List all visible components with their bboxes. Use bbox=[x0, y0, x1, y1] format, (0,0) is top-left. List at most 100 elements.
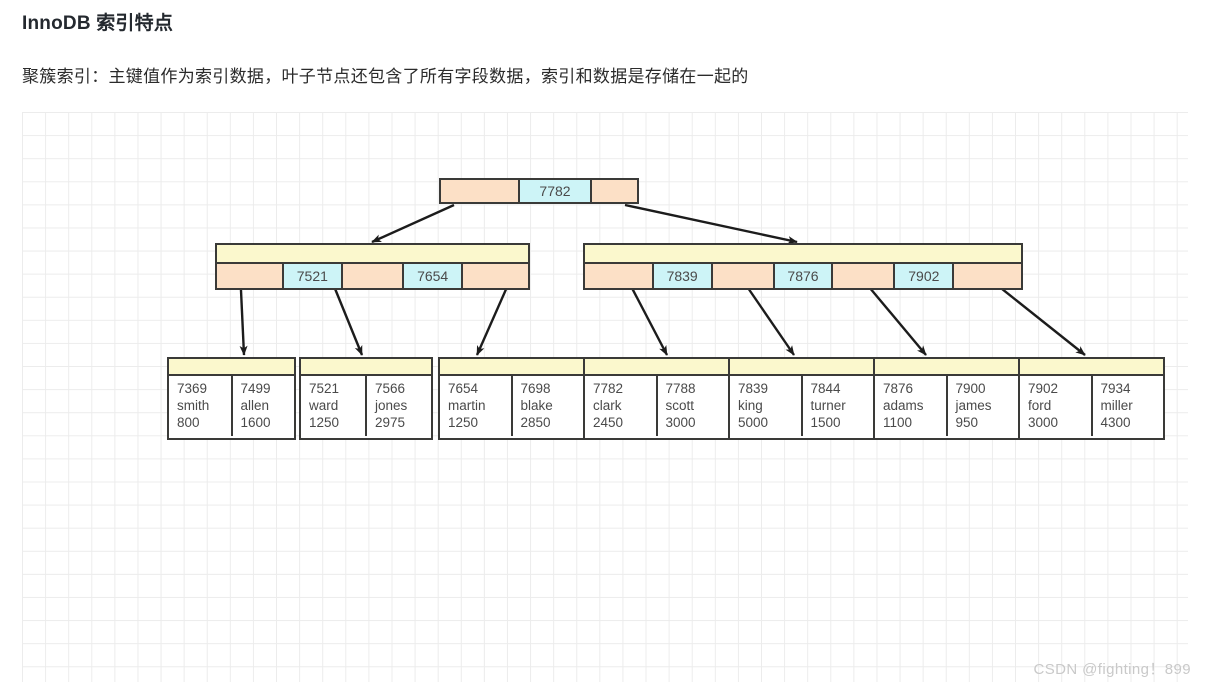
root-node-cells: 7782 bbox=[441, 180, 637, 202]
internal-node-right: 7839 7876 7902 bbox=[583, 243, 1023, 290]
leaf-record-cell[interactable]: 7654 martin 1250 bbox=[440, 376, 513, 436]
leaf-node-2-cells: 7521 ward 1250 7566 jones 2975 bbox=[301, 376, 431, 436]
record-id: 7698 bbox=[520, 381, 551, 396]
leaf-node-2: 7521 ward 1250 7566 jones 2975 bbox=[299, 357, 433, 440]
leaf-node-3-cells: 7654 martin 1250 7698 blake 2850 bbox=[440, 376, 583, 436]
record-salary: 2975 bbox=[375, 415, 406, 430]
record-id: 7876 bbox=[883, 381, 914, 396]
record-id: 7902 bbox=[1028, 381, 1059, 396]
record-salary: 800 bbox=[177, 415, 200, 430]
record-salary: 1250 bbox=[309, 415, 340, 430]
internal-right-pointer-cell-0[interactable] bbox=[585, 264, 654, 288]
record-salary: 3000 bbox=[1028, 415, 1059, 430]
leaf-record-cell[interactable]: 7521 ward 1250 bbox=[301, 376, 367, 436]
btree-diagram-canvas: 7782 7521 7654 7839 7876 7902 7369 smith… bbox=[22, 112, 1188, 682]
internal-left-key-cell-7521[interactable]: 7521 bbox=[284, 264, 343, 288]
record-name: turner bbox=[810, 398, 846, 413]
record-id: 7499 bbox=[240, 381, 271, 396]
record-name: adams bbox=[883, 398, 924, 413]
record-salary: 1100 bbox=[883, 415, 913, 430]
internal-left-pointer-cell-2[interactable] bbox=[462, 264, 528, 288]
leaf-node-7-header bbox=[1020, 359, 1163, 376]
internal-right-pointer-cell-3[interactable] bbox=[954, 264, 1021, 288]
internal-node-left: 7521 7654 bbox=[215, 243, 530, 290]
leaf-node-7-cells: 7902 ford 3000 7934 miller 4300 bbox=[1020, 376, 1163, 436]
record-name: jones bbox=[375, 398, 408, 413]
leaf-node-5: 7839 king 5000 7844 turner 1500 bbox=[728, 357, 875, 440]
leaf-node-3-header bbox=[440, 359, 583, 376]
record-salary: 1250 bbox=[448, 415, 479, 430]
leaf-node-1-header bbox=[169, 359, 294, 376]
internal-node-right-header bbox=[585, 245, 1021, 264]
leaf-record-cell[interactable]: 7788 scott 3000 bbox=[657, 376, 728, 436]
leaf-node-4: 7782 clark 2450 7788 scott 3000 bbox=[583, 357, 730, 440]
internal-right-key-cell-7876[interactable]: 7876 bbox=[774, 264, 834, 288]
leaf-record-cell[interactable]: 7698 blake 2850 bbox=[512, 376, 583, 436]
leaf-node-3: 7654 martin 1250 7698 blake 2850 bbox=[438, 357, 585, 440]
record-salary: 950 bbox=[955, 415, 979, 430]
record-id: 7934 bbox=[1100, 381, 1131, 396]
internal-right-key-cell-7902[interactable]: 7902 bbox=[895, 264, 955, 288]
record-id: 7654 bbox=[448, 381, 479, 396]
leaf-node-6: 7876 adams 1100 7900 james 950 bbox=[873, 357, 1020, 440]
leaf-node-5-cells: 7839 king 5000 7844 turner 1500 bbox=[730, 376, 873, 436]
internal-right-pointer-cell-2[interactable] bbox=[833, 264, 896, 288]
leaf-record-cell[interactable]: 7876 adams 1100 bbox=[875, 376, 948, 436]
leaf-node-1: 7369 smith 800 7499 allen 1600 bbox=[167, 357, 296, 440]
record-salary: 3000 bbox=[665, 415, 696, 430]
leaf-node-6-cells: 7876 adams 1100 7900 james 950 bbox=[875, 376, 1018, 436]
leaf-node-4-header bbox=[585, 359, 728, 376]
record-name: smith bbox=[177, 398, 210, 413]
leaf-record-cell[interactable]: 7839 king 5000 bbox=[730, 376, 803, 436]
page-title: InnoDB 索引特点 bbox=[22, 13, 174, 34]
record-name: scott bbox=[665, 398, 695, 413]
leaf-node-5-header bbox=[730, 359, 873, 376]
leaf-record-cell[interactable]: 7900 james 950 bbox=[947, 376, 1018, 436]
leaf-record-cell[interactable]: 7902 ford 3000 bbox=[1020, 376, 1093, 436]
leaf-node-2-header bbox=[301, 359, 431, 376]
record-name: clark bbox=[593, 398, 622, 413]
record-name: blake bbox=[520, 398, 553, 413]
record-id: 7839 bbox=[738, 381, 769, 396]
record-salary: 1600 bbox=[240, 415, 271, 430]
record-salary: 5000 bbox=[738, 415, 769, 430]
root-pointer-cell-0[interactable] bbox=[441, 180, 520, 202]
internal-left-key-cell-7654[interactable]: 7654 bbox=[404, 264, 463, 288]
record-name: ford bbox=[1028, 398, 1052, 413]
root-key-cell-7782[interactable]: 7782 bbox=[520, 180, 592, 202]
leaf-record-cell[interactable]: 7844 turner 1500 bbox=[802, 376, 873, 436]
record-id: 7782 bbox=[593, 381, 624, 396]
record-salary: 2450 bbox=[593, 415, 624, 430]
record-name: james bbox=[955, 398, 992, 413]
record-id: 7844 bbox=[810, 381, 841, 396]
internal-node-left-header bbox=[217, 245, 528, 264]
record-id: 7566 bbox=[375, 381, 406, 396]
leaf-node-7: 7902 ford 3000 7934 miller 4300 bbox=[1018, 357, 1165, 440]
leaf-node-4-cells: 7782 clark 2450 7788 scott 3000 bbox=[585, 376, 728, 436]
record-name: martin bbox=[448, 398, 486, 413]
root-pointer-cell-1[interactable] bbox=[592, 180, 637, 202]
record-id: 7900 bbox=[955, 381, 986, 396]
record-id: 7369 bbox=[177, 381, 208, 396]
leaf-record-cell[interactable]: 7499 allen 1600 bbox=[232, 376, 294, 436]
watermark: CSDN @fighting！899 bbox=[1033, 661, 1191, 678]
leaf-node-6-header bbox=[875, 359, 1018, 376]
record-id: 7521 bbox=[309, 381, 340, 396]
leaf-record-cell[interactable]: 7934 miller 4300 bbox=[1092, 376, 1163, 436]
leaf-record-cell[interactable]: 7566 jones 2975 bbox=[367, 376, 431, 436]
record-name: ward bbox=[309, 398, 339, 413]
leaf-record-cell[interactable]: 7369 smith 800 bbox=[169, 376, 233, 436]
internal-left-pointer-cell-0[interactable] bbox=[217, 264, 285, 288]
leaf-record-cell[interactable]: 7782 clark 2450 bbox=[585, 376, 658, 436]
record-salary: 1500 bbox=[810, 415, 841, 430]
internal-right-pointer-cell-1[interactable] bbox=[712, 264, 775, 288]
root-node: 7782 bbox=[439, 178, 639, 204]
record-salary: 2850 bbox=[520, 415, 551, 430]
internal-left-pointer-cell-1[interactable] bbox=[342, 264, 405, 288]
internal-right-key-cell-7839[interactable]: 7839 bbox=[653, 264, 713, 288]
record-salary: 4300 bbox=[1100, 415, 1131, 430]
record-name: allen bbox=[240, 398, 270, 413]
page-description: 聚簇索引：主键值作为索引数据，叶子节点还包含了所有字段数据，索引和数据是存储在一… bbox=[22, 67, 749, 86]
record-name: king bbox=[738, 398, 763, 413]
internal-node-left-cells: 7521 7654 bbox=[217, 264, 528, 288]
